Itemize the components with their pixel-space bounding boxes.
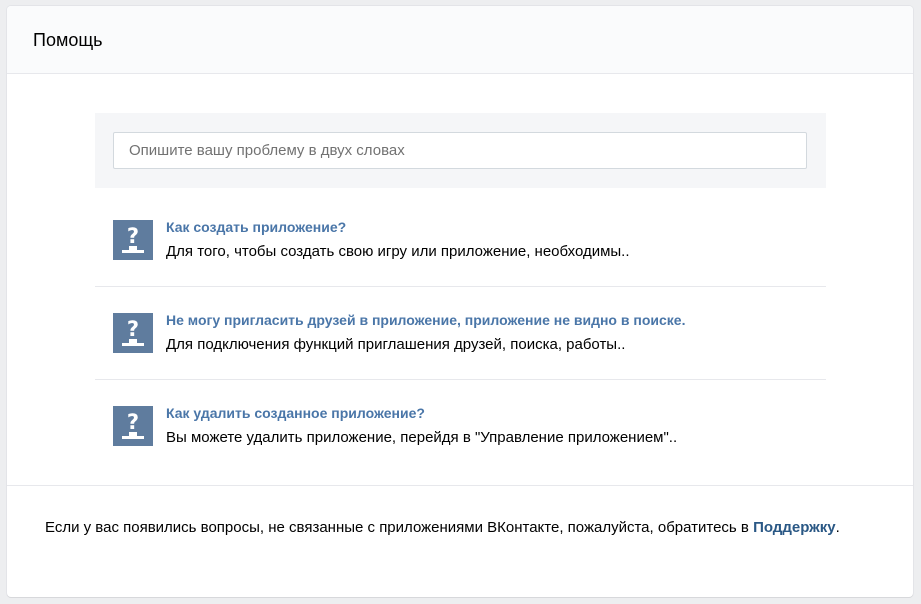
panel-header: Помощь [7, 6, 913, 74]
support-note-end: . [835, 519, 840, 536]
search-input[interactable] [113, 132, 807, 169]
page-title: Помощь [33, 30, 103, 50]
support-link[interactable]: Поддержку [753, 519, 836, 536]
faq-item-title[interactable]: Как удалить созданное приложение? [166, 405, 425, 421]
faq-item-description: Вы можете удалить приложение, перейдя в … [166, 429, 678, 446]
faq-item: ? Как удалить созданное приложение? Вы м… [95, 380, 826, 473]
question-icon: ? [113, 220, 153, 260]
support-note: Если у вас появились вопросы, не связанн… [7, 485, 913, 597]
help-panel: Помощь ? Как создать приложение? Для тог… [7, 6, 913, 597]
faq-item: ? Не могу пригласить друзей в приложение… [95, 287, 826, 380]
svg-text:?: ? [127, 317, 139, 341]
faq-item-description: Для подключения функций приглашения друз… [166, 336, 626, 353]
svg-text:?: ? [127, 410, 139, 434]
question-icon: ? [113, 406, 153, 446]
faq-item: ? Как создать приложение? Для того, чтоб… [95, 194, 826, 287]
support-note-text: Если у вас появились вопросы, не связанн… [45, 519, 754, 536]
question-icon: ? [113, 313, 153, 353]
faq-item-title[interactable]: Не могу пригласить друзей в приложение, … [166, 312, 685, 328]
faq-item-description: Для того, чтобы создать свою игру или пр… [166, 243, 630, 260]
faq-item-title[interactable]: Как создать приложение? [166, 219, 346, 235]
svg-text:?: ? [127, 224, 139, 248]
search-box [95, 113, 826, 188]
faq-list: ? Как создать приложение? Для того, чтоб… [95, 194, 826, 473]
